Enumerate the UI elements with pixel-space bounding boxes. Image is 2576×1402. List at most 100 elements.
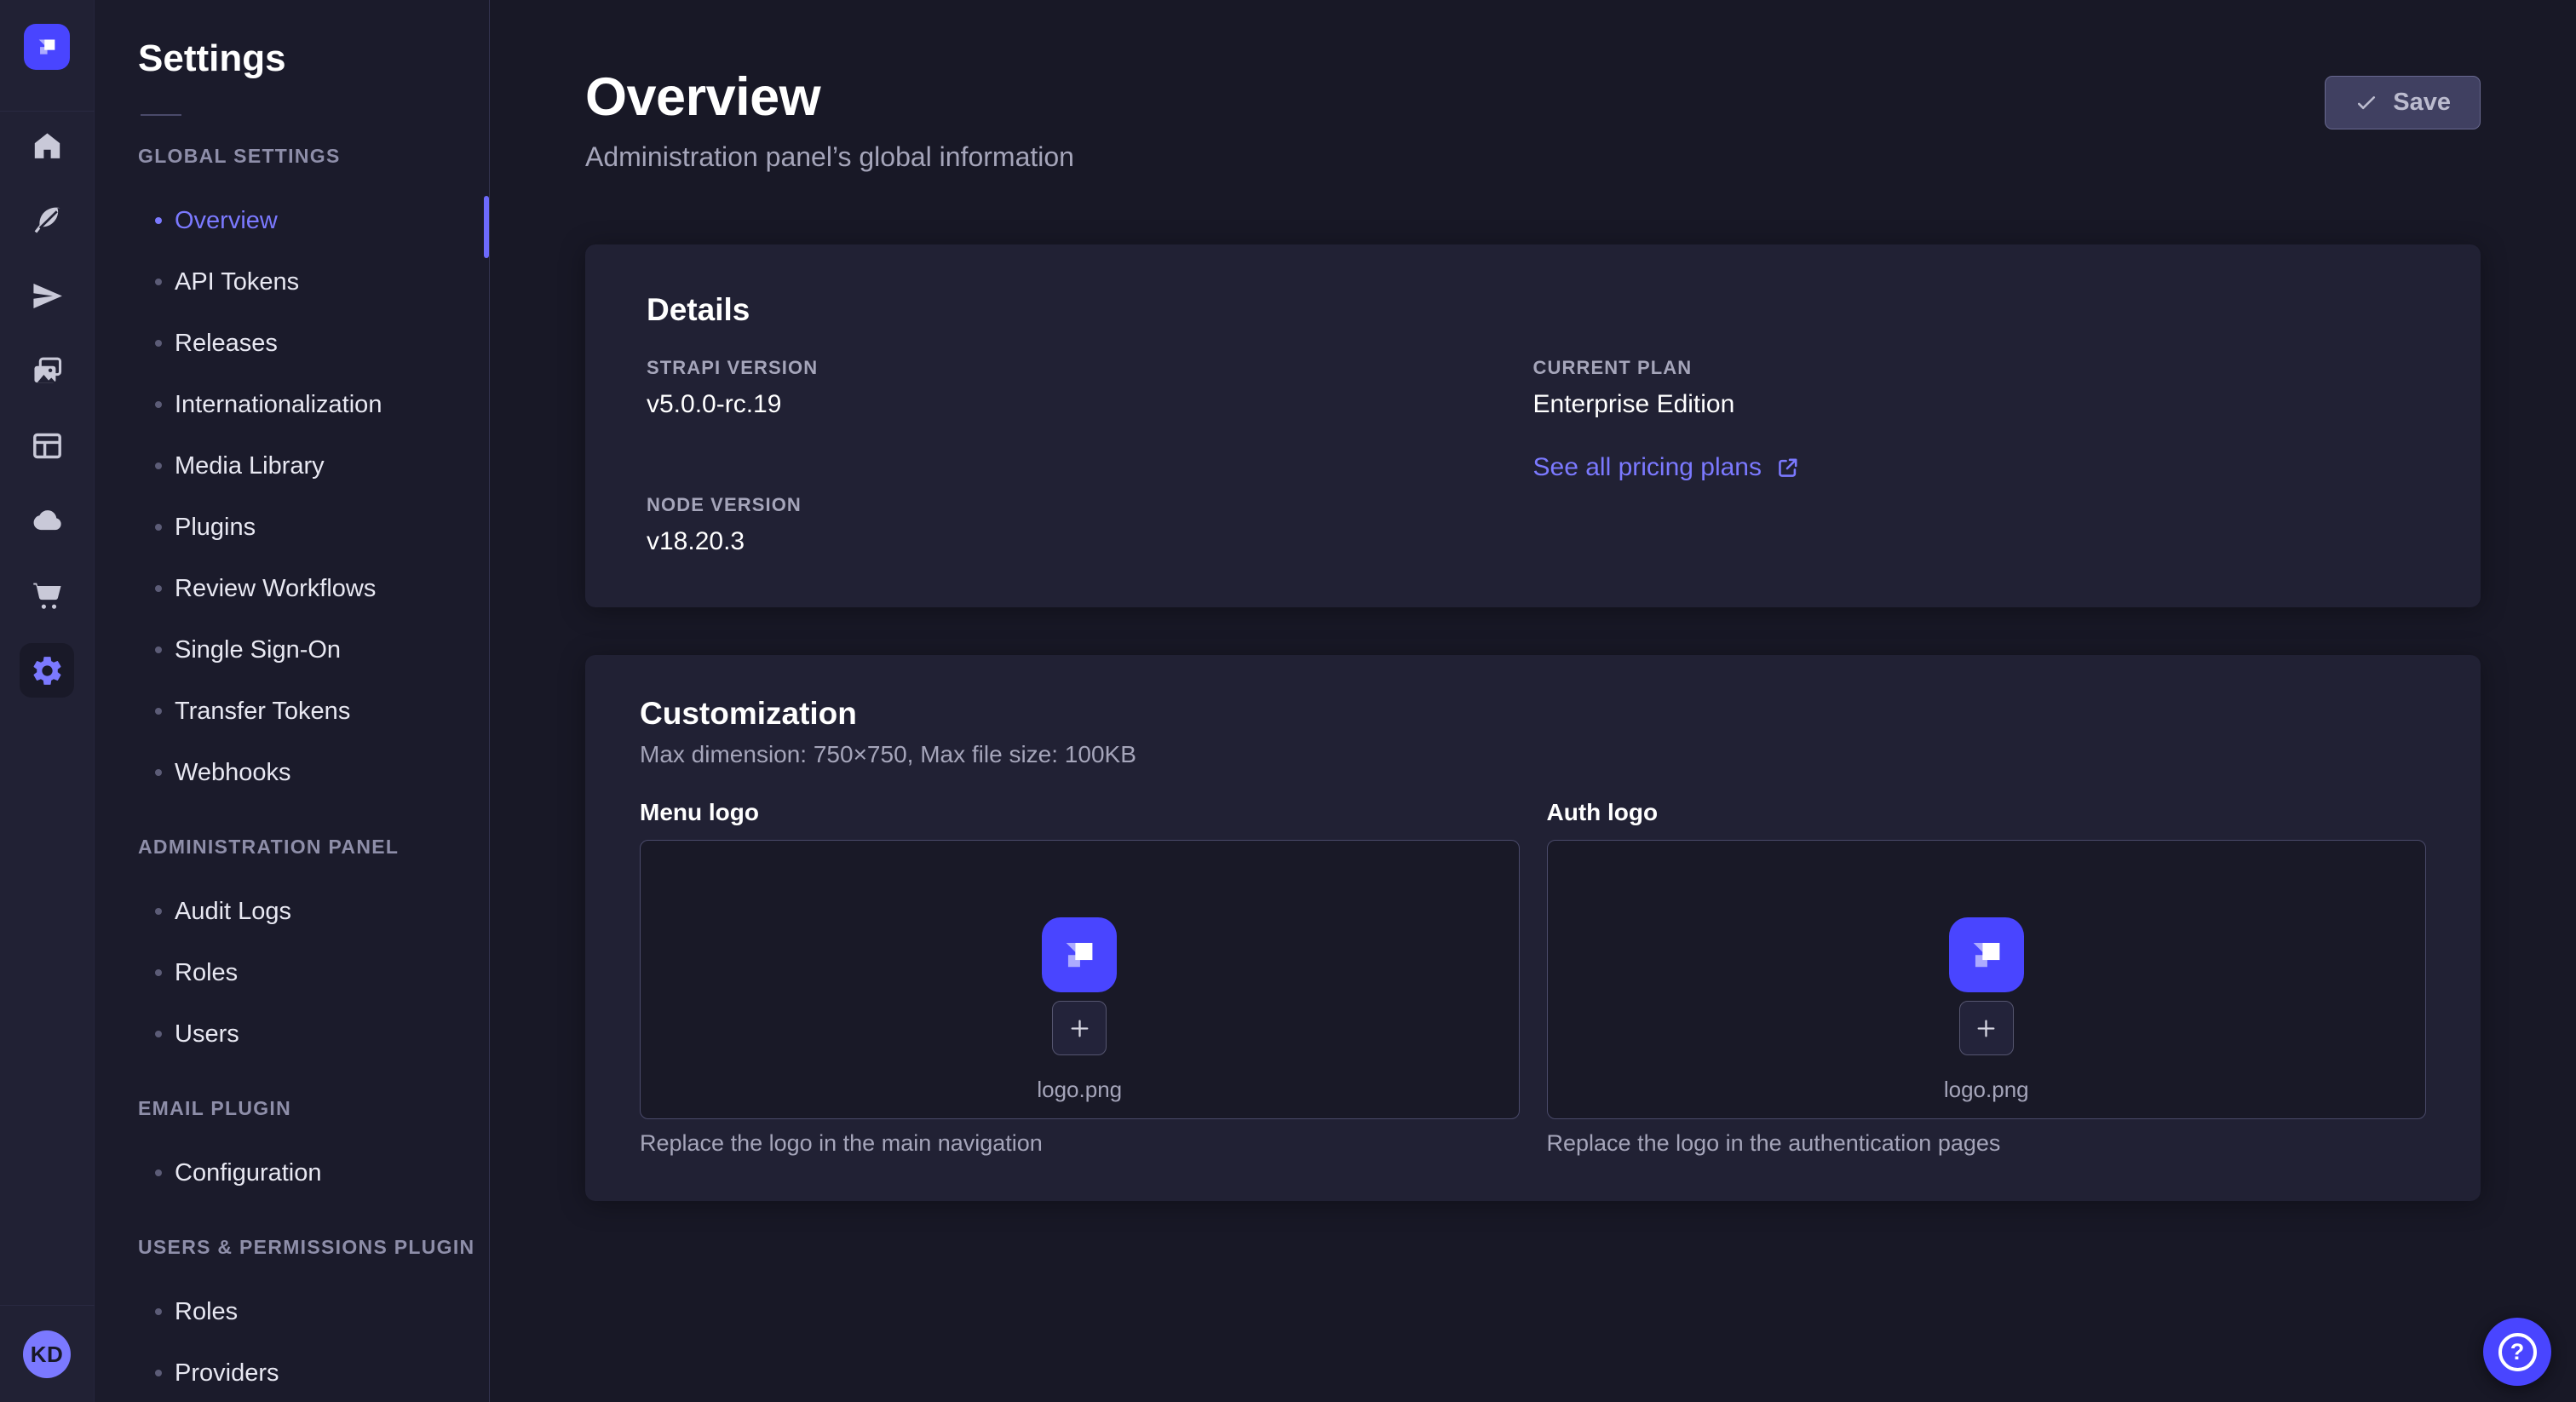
bullet-icon bbox=[155, 340, 162, 347]
plus-icon bbox=[1973, 1015, 1999, 1042]
section-users-permissions-items: Roles Providers bbox=[95, 1281, 489, 1402]
sidebar-item-single-sign-on[interactable]: Single Sign-On bbox=[95, 619, 489, 681]
sidebar-item-email-configuration[interactable]: Configuration bbox=[95, 1142, 489, 1204]
sidebar-item-review-workflows[interactable]: Review Workflows bbox=[95, 558, 489, 619]
strapi-version-label: STRAPI VERSION bbox=[647, 357, 1533, 379]
external-link-icon bbox=[1774, 455, 1801, 481]
bullet-icon bbox=[155, 646, 162, 653]
section-administration-panel: ADMINISTRATION PANEL bbox=[138, 836, 489, 859]
section-administration-panel-items: Audit Logs Roles Users bbox=[95, 881, 489, 1065]
auth-logo-zone: Auth logo logo.png Replace the logo in t… bbox=[1547, 799, 2427, 1157]
paper-plane-icon bbox=[30, 279, 65, 313]
bullet-icon bbox=[155, 401, 162, 408]
customization-card-subtitle: Max dimension: 750×750, Max file size: 1… bbox=[640, 741, 2426, 768]
menu-logo-filename: logo.png bbox=[1037, 1077, 1122, 1103]
current-plan-label: CURRENT PLAN bbox=[1533, 357, 2420, 379]
customization-card: Customization Max dimension: 750×750, Ma… bbox=[585, 655, 2481, 1201]
current-plan-field: CURRENT PLAN Enterprise Edition bbox=[1533, 357, 2420, 419]
nav-deploy[interactable] bbox=[20, 493, 74, 548]
bullet-icon bbox=[155, 1308, 162, 1315]
sidebar-item-admin-roles[interactable]: Roles bbox=[95, 942, 489, 1003]
pricing-plans-link-label: See all pricing plans bbox=[1533, 453, 1762, 482]
rail-divider bbox=[0, 111, 95, 112]
bullet-icon bbox=[155, 1169, 162, 1176]
strapi-logo-icon bbox=[1963, 931, 2010, 979]
section-email-plugin: EMAIL PLUGIN bbox=[138, 1097, 489, 1120]
media-pictures-icon bbox=[30, 353, 65, 388]
menu-logo-add-button[interactable] bbox=[1052, 1001, 1107, 1055]
question-mark-icon: ? bbox=[2498, 1333, 2537, 1371]
bullet-icon bbox=[155, 708, 162, 715]
cloud-icon bbox=[30, 503, 65, 538]
menu-logo-preview bbox=[1042, 917, 1117, 992]
main-nav-rail: KD bbox=[0, 0, 95, 1402]
section-email-plugin-items: Configuration bbox=[95, 1142, 489, 1204]
sidebar-item-transfer-tokens[interactable]: Transfer Tokens bbox=[95, 681, 489, 742]
subnav-title: Settings bbox=[138, 37, 489, 80]
auth-logo-hint: Replace the logo in the authentication p… bbox=[1547, 1130, 2427, 1157]
auth-logo-preview bbox=[1949, 917, 2024, 992]
section-users-permissions-plugin: USERS & PERMISSIONS PLUGIN bbox=[138, 1236, 489, 1259]
nav-home[interactable] bbox=[20, 118, 74, 173]
section-global-settings: GLOBAL SETTINGS bbox=[138, 145, 489, 168]
strapi-logo[interactable] bbox=[24, 24, 70, 70]
subnav-scrollbar-thumb[interactable] bbox=[484, 196, 489, 258]
details-card: Details STRAPI VERSION v5.0.0-rc.19 NODE… bbox=[585, 244, 2481, 607]
user-avatar[interactable]: KD bbox=[23, 1330, 71, 1378]
feather-pen-icon bbox=[30, 204, 65, 238]
menu-logo-dropzone[interactable]: logo.png bbox=[640, 840, 1520, 1119]
page-subtitle: Administration panel’s global informatio… bbox=[585, 141, 2481, 173]
bullet-icon bbox=[155, 769, 162, 776]
nav-marketplace[interactable] bbox=[20, 568, 74, 623]
strapi-logo-icon bbox=[1055, 931, 1103, 979]
sidebar-item-plugins[interactable]: Plugins bbox=[95, 497, 489, 558]
nav-settings[interactable] bbox=[20, 643, 74, 698]
plus-icon bbox=[1067, 1015, 1093, 1042]
sidebar-item-internationalization[interactable]: Internationalization bbox=[95, 374, 489, 435]
sidebar-item-releases[interactable]: Releases bbox=[95, 313, 489, 374]
details-left-column: STRAPI VERSION v5.0.0-rc.19 NODE VERSION… bbox=[647, 357, 1533, 556]
sidebar-item-webhooks[interactable]: Webhooks bbox=[95, 742, 489, 803]
nav-releases[interactable] bbox=[20, 268, 74, 323]
node-version-value: v18.20.3 bbox=[647, 527, 1533, 556]
sidebar-item-media-library[interactable]: Media Library bbox=[95, 435, 489, 497]
bullet-icon bbox=[155, 217, 162, 224]
customization-card-title: Customization bbox=[640, 696, 2426, 732]
sidebar-item-up-roles[interactable]: Roles bbox=[95, 1281, 489, 1342]
nav-media-library[interactable] bbox=[20, 343, 74, 398]
bullet-icon bbox=[155, 524, 162, 531]
save-button[interactable]: Save bbox=[2325, 76, 2481, 129]
auth-logo-filename: logo.png bbox=[1944, 1077, 2029, 1103]
sidebar-item-api-tokens[interactable]: API Tokens bbox=[95, 251, 489, 313]
sidebar-item-overview[interactable]: Overview bbox=[95, 190, 489, 251]
marketplace-cart-icon bbox=[30, 578, 65, 613]
settings-subnav: Settings GLOBAL SETTINGS Overview API To… bbox=[95, 0, 490, 1402]
bullet-icon bbox=[155, 279, 162, 285]
bullet-icon bbox=[155, 908, 162, 915]
node-version-field: NODE VERSION v18.20.3 bbox=[647, 494, 1533, 556]
menu-logo-hint: Replace the logo in the main navigation bbox=[640, 1130, 1520, 1157]
settings-gear-icon bbox=[30, 653, 65, 688]
nav-content-manager[interactable] bbox=[20, 418, 74, 473]
node-version-label: NODE VERSION bbox=[647, 494, 1533, 516]
sidebar-item-admin-users[interactable]: Users bbox=[95, 1003, 489, 1065]
pricing-plans-link[interactable]: See all pricing plans bbox=[1533, 453, 1802, 482]
sidebar-item-audit-logs[interactable]: Audit Logs bbox=[95, 881, 489, 942]
layout-window-icon bbox=[30, 428, 65, 463]
auth-logo-dropzone[interactable]: logo.png bbox=[1547, 840, 2427, 1119]
auth-logo-add-button[interactable] bbox=[1959, 1001, 2014, 1055]
details-right-column: CURRENT PLAN Enterprise Edition See all … bbox=[1533, 357, 2420, 556]
current-plan-value: Enterprise Edition bbox=[1533, 390, 2420, 419]
strapi-admin-app: KD Settings GLOBAL SETTINGS Overview API… bbox=[0, 0, 2576, 1402]
main-content: Overview Administration panel’s global i… bbox=[490, 0, 2576, 1402]
bullet-icon bbox=[155, 1031, 162, 1037]
help-button[interactable]: ? bbox=[2483, 1318, 2551, 1386]
nav-content-type-builder[interactable] bbox=[20, 193, 74, 248]
sidebar-item-up-providers[interactable]: Providers bbox=[95, 1342, 489, 1402]
save-button-label: Save bbox=[2393, 89, 2451, 117]
page-header: Overview Administration panel’s global i… bbox=[585, 66, 2481, 173]
bullet-icon bbox=[155, 585, 162, 592]
bullet-icon bbox=[155, 1370, 162, 1376]
check-icon bbox=[2355, 91, 2378, 115]
menu-logo-zone: Menu logo logo.png Replace the logo in t… bbox=[640, 799, 1520, 1157]
